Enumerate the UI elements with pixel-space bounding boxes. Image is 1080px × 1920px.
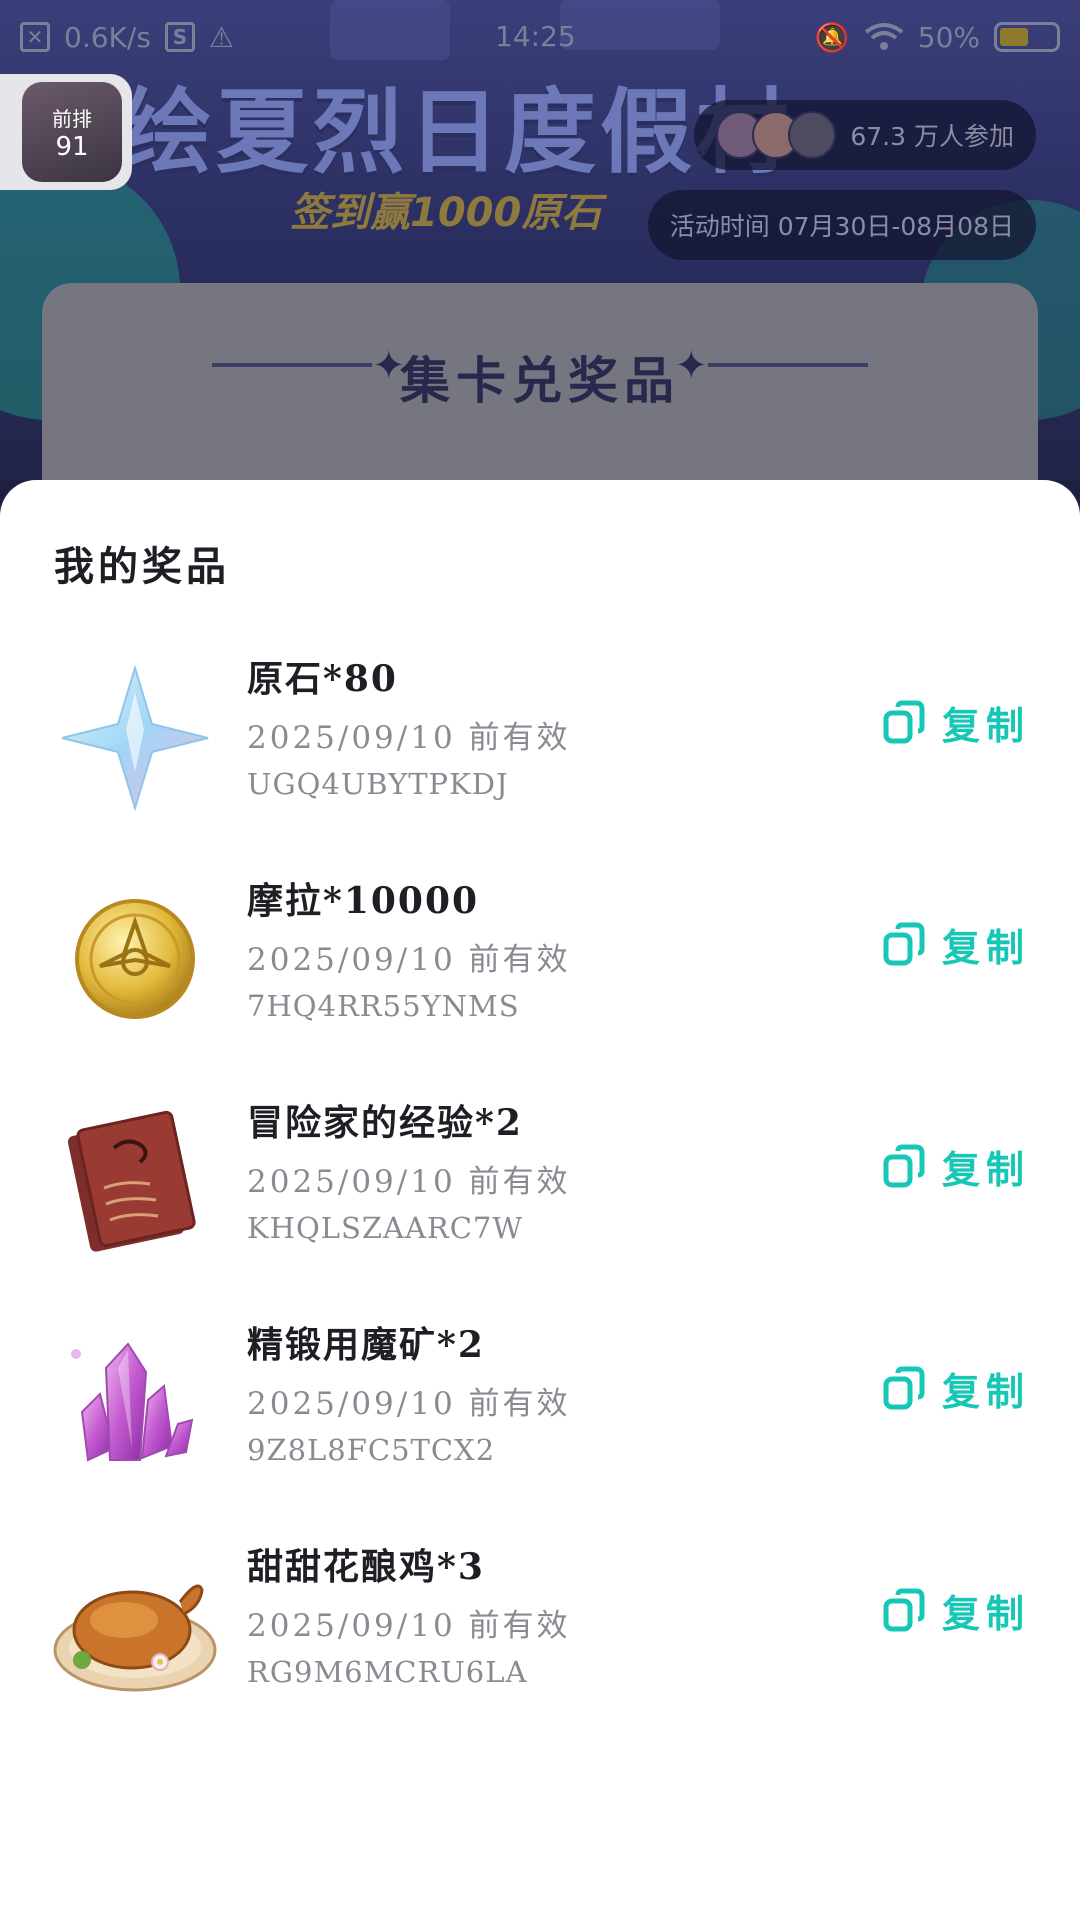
copy-label: 复制 bbox=[941, 1146, 1030, 1192]
prize-expiry: 2025/09/10 前有效 bbox=[247, 720, 571, 756]
prize-expiry: 2025/09/10 前有效 bbox=[247, 942, 571, 978]
prize-list: 原石*80 2025/09/10 前有效 UGQ4UBYTPKDJ 复制 摩拉*… bbox=[0, 650, 1080, 1760]
copy-button[interactable]: 复制 bbox=[882, 692, 1030, 752]
prize-code: UGQ4UBYTPKDJ bbox=[247, 767, 509, 801]
banner-subtitle: 签到赢1000原石 bbox=[290, 190, 602, 236]
copy-label: 复制 bbox=[941, 924, 1030, 970]
participants-count: 67.3 万人参加 bbox=[850, 122, 1014, 151]
prize-item: 原石*80 2025/09/10 前有效 UGQ4UBYTPKDJ 复制 bbox=[0, 650, 1080, 872]
copy-button[interactable]: 复制 bbox=[882, 1580, 1030, 1640]
prize-name: 原石*80 bbox=[247, 658, 398, 700]
copy-icon bbox=[883, 922, 925, 966]
copy-icon bbox=[883, 1588, 925, 1632]
rank-badge-avatar: 前排 91 bbox=[22, 82, 122, 182]
prize-expiry: 2025/09/10 前有效 bbox=[247, 1608, 571, 1644]
sweet-madame-dish-icon bbox=[53, 1584, 217, 1692]
status-time: 14:25 bbox=[495, 20, 576, 53]
warning-icon: ⚠ bbox=[208, 20, 235, 54]
participants-pill: 67.3 万人参加 bbox=[694, 100, 1036, 170]
prize-code: 7HQ4RR55YNMS bbox=[247, 989, 520, 1023]
primogem-icon bbox=[61, 664, 209, 812]
mute-bell-icon: 🔕 bbox=[814, 20, 850, 54]
copy-icon bbox=[883, 700, 925, 744]
mystic-enhancement-ore-icon bbox=[71, 1342, 194, 1462]
copy-button[interactable]: 复制 bbox=[882, 914, 1030, 974]
network-speed: 0.6K/s bbox=[64, 20, 151, 54]
battery-percent: 50% bbox=[917, 20, 980, 54]
prize-name: 摩拉*10000 bbox=[247, 880, 480, 922]
my-prizes-sheet: 我的奖品 原石*80 2025/09/10 前有效 UGQ4UBYTPKDJ 复… bbox=[0, 480, 1080, 1920]
copy-icon bbox=[883, 1144, 925, 1188]
prize-name: 冒险家的经验*2 bbox=[247, 1102, 523, 1144]
copy-label: 复制 bbox=[941, 1368, 1030, 1414]
copy-icon bbox=[883, 1366, 925, 1410]
copy-label: 复制 bbox=[941, 702, 1030, 748]
prize-item: 冒险家的经验*2 2025/09/10 前有效 KHQLSZAARC7W 复制 bbox=[0, 1094, 1080, 1316]
banner-title: 绘夏烈日度假村 bbox=[120, 79, 793, 186]
section-title: 集卡兑奖品 bbox=[400, 352, 680, 410]
prize-code: KHQLSZAARC7W bbox=[247, 1211, 524, 1245]
prize-item: 甜甜花酿鸡*3 2025/09/10 前有效 RG9M6MCRU6LA 复制 bbox=[0, 1538, 1080, 1760]
prize-name: 精锻用魔矿*2 bbox=[247, 1324, 485, 1366]
no-sim-icon: ✕ bbox=[20, 22, 50, 52]
status-bar: ✕ 0.6K/s S ⚠ 14:25 🔕 50% bbox=[0, 0, 1080, 74]
rank-badge-number: 91 bbox=[55, 131, 89, 162]
prize-expiry: 2025/09/10 前有效 bbox=[247, 1386, 571, 1422]
copy-label: 复制 bbox=[941, 1590, 1030, 1636]
rank-badge-label: 前排 bbox=[52, 106, 92, 131]
mora-coin-icon bbox=[75, 899, 195, 1019]
prize-name: 甜甜花酿鸡*3 bbox=[247, 1546, 485, 1588]
adventurer-experience-book-icon bbox=[67, 1110, 196, 1252]
wifi-icon bbox=[864, 23, 903, 50]
sheet-title: 我的奖品 bbox=[54, 543, 230, 590]
prize-code: RG9M6MCRU6LA bbox=[247, 1655, 528, 1689]
copy-button[interactable]: 复制 bbox=[882, 1358, 1030, 1418]
copy-button[interactable]: 复制 bbox=[882, 1136, 1030, 1196]
s-app-icon: S bbox=[164, 22, 195, 52]
prize-expiry: 2025/09/10 前有效 bbox=[247, 1164, 571, 1200]
event-time: 活动时间 07月30日-08月08日 bbox=[669, 212, 1014, 241]
prize-code: 9Z8L8FC5TCX2 bbox=[247, 1433, 496, 1467]
prize-item: 精锻用魔矿*2 2025/09/10 前有效 9Z8L8FC5TCX2 复制 bbox=[0, 1316, 1080, 1538]
battery-icon bbox=[994, 22, 1060, 52]
participant-avatars bbox=[716, 111, 837, 159]
event-time-pill: 活动时间 07月30日-08月08日 bbox=[647, 190, 1036, 260]
floating-rank-badge[interactable]: 前排 91 bbox=[0, 74, 132, 190]
prize-item: 摩拉*10000 2025/09/10 前有效 7HQ4RR55YNMS 复制 bbox=[0, 872, 1080, 1094]
